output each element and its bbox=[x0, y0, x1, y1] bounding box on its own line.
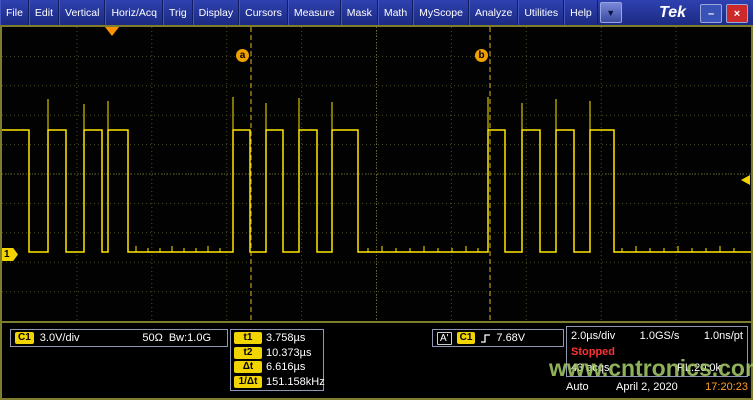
menu-item-utilities[interactable]: Utilities bbox=[518, 0, 564, 25]
display-frame: 1 ab C1 3.0V/div 50Ω Bw:1.0G t1 3.758µs … bbox=[0, 25, 753, 400]
menubar-spacer bbox=[624, 0, 647, 25]
menu-overflow-button[interactable]: ▼ bbox=[600, 2, 622, 23]
cursor-dt-row: Δt 6.616µs bbox=[234, 360, 320, 375]
trigger-mode: Auto bbox=[566, 381, 589, 393]
channel1-bandwidth: Bw:1.0G bbox=[169, 332, 211, 344]
close-button[interactable]: × bbox=[726, 4, 748, 23]
cursor-readout: t1 3.758µs t2 10.373µs Δt 6.616µs 1/Δt 1… bbox=[230, 329, 324, 391]
menu-item-math[interactable]: Math bbox=[378, 0, 413, 25]
channel1-scale: 3.0V/div bbox=[40, 332, 80, 344]
minimize-button[interactable]: – bbox=[700, 4, 722, 23]
trigger-position-marker[interactable] bbox=[105, 27, 119, 36]
cursor-t2-row: t2 10.373µs bbox=[234, 346, 320, 361]
date-label: April 2, 2020 bbox=[616, 381, 678, 393]
watermark: www.cntronics.com bbox=[549, 355, 753, 382]
cursor-t1-row: t1 3.758µs bbox=[234, 331, 320, 346]
graticule-svg bbox=[2, 27, 751, 321]
menu-item-trig[interactable]: Trig bbox=[163, 0, 193, 25]
trigger-level-marker[interactable] bbox=[741, 175, 750, 185]
t1-badge: t1 bbox=[234, 332, 262, 344]
inv-dt-badge: 1/Δt bbox=[234, 376, 262, 388]
resolution-value: 1.0ns/pt bbox=[704, 330, 743, 342]
t1-value: 3.758µs bbox=[266, 332, 305, 344]
tekscope-window: FileEditVerticalHoriz/AcqTrigDisplayCurs… bbox=[0, 0, 753, 400]
menu-item-mask[interactable]: Mask bbox=[341, 0, 378, 25]
t2-value: 10.373µs bbox=[266, 347, 311, 359]
menubar: FileEditVerticalHoriz/AcqTrigDisplayCurs… bbox=[0, 0, 753, 25]
dt-badge: Δt bbox=[234, 361, 262, 373]
channel1-impedance: 50Ω bbox=[142, 332, 162, 344]
channel1-badge: C1 bbox=[15, 332, 34, 344]
cursor-freq-row: 1/Δt 151.158kHz bbox=[234, 375, 320, 390]
menu-item-file[interactable]: File bbox=[0, 0, 29, 25]
channel1-readout: C1 3.0V/div 50Ω Bw:1.0G bbox=[10, 329, 228, 347]
menu-item-edit[interactable]: Edit bbox=[29, 0, 59, 25]
dt-value: 6.616µs bbox=[266, 361, 305, 373]
trigger-level-value: 7.68V bbox=[496, 332, 525, 344]
timebase-row: 2.0µs/div 1.0GS/s 1.0ns/pt bbox=[571, 328, 743, 344]
menu: FileEditVerticalHoriz/AcqTrigDisplayCurs… bbox=[0, 0, 598, 25]
status-row: Auto April 2, 2020 17:20:23 bbox=[566, 381, 748, 393]
sample-rate-value: 1.0GS/s bbox=[640, 330, 680, 342]
chevron-down-icon: ▼ bbox=[606, 8, 615, 18]
trigger-readout: A' C1 7.68V bbox=[432, 329, 564, 347]
waveform-spikes bbox=[48, 97, 590, 130]
menu-item-analyze[interactable]: Analyze bbox=[469, 0, 518, 25]
waveform-display: 1 ab bbox=[2, 27, 751, 323]
menu-item-cursors[interactable]: Cursors bbox=[239, 0, 288, 25]
cursor-b-label[interactable]: b bbox=[475, 49, 488, 62]
t2-badge: t2 bbox=[234, 347, 262, 359]
clock: 17:20:23 bbox=[705, 381, 748, 393]
menu-item-myscope[interactable]: MyScope bbox=[413, 0, 469, 25]
menu-item-help[interactable]: Help bbox=[564, 0, 598, 25]
inv-dt-value: 151.158kHz bbox=[266, 376, 325, 388]
timebase-value: 2.0µs/div bbox=[571, 330, 615, 342]
tek-logo: Tek bbox=[647, 0, 698, 25]
menu-item-horiz-acq[interactable]: Horiz/Acq bbox=[105, 0, 163, 25]
cursor-a-label[interactable]: a bbox=[236, 49, 249, 62]
rising-edge-icon bbox=[480, 333, 491, 344]
menu-item-measure[interactable]: Measure bbox=[288, 0, 341, 25]
menu-item-vertical[interactable]: Vertical bbox=[59, 0, 105, 25]
trigger-a-badge: A' bbox=[437, 332, 452, 345]
trigger-source-badge: C1 bbox=[457, 332, 476, 344]
menu-item-display[interactable]: Display bbox=[193, 0, 239, 25]
waveform-noise bbox=[136, 246, 734, 252]
